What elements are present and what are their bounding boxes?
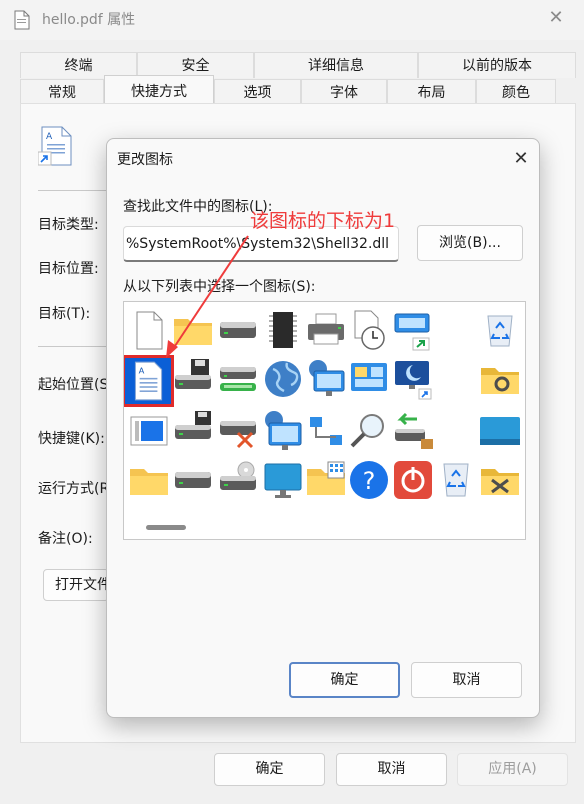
tab-font[interactable]: 字体 bbox=[301, 79, 387, 105]
comment-label: 备注(O): bbox=[38, 531, 93, 547]
monitor-blue-icon[interactable] bbox=[478, 409, 522, 453]
close-icon: ✕ bbox=[548, 7, 564, 28]
chip-icon[interactable] bbox=[261, 308, 305, 352]
folder-settings-icon[interactable] bbox=[478, 357, 522, 401]
dialog-close-button[interactable]: ✕ bbox=[509, 147, 533, 171]
printer-icon[interactable] bbox=[304, 308, 348, 352]
title-bar: hello.pdf 属性 ✕ bbox=[0, 0, 584, 40]
target-label: 目标(T): bbox=[38, 306, 91, 322]
folder-open-icon[interactable] bbox=[127, 458, 171, 502]
network-pc-icon[interactable] bbox=[304, 357, 348, 401]
start-in-label: 起始位置(S bbox=[38, 377, 109, 393]
shortcut-document-icon: A bbox=[38, 126, 72, 166]
dialog-ok-button[interactable]: 确定 bbox=[289, 662, 400, 698]
sleep-monitor-icon[interactable] bbox=[391, 357, 435, 401]
window-title: hello.pdf 属性 bbox=[42, 12, 136, 28]
svg-text:A: A bbox=[46, 132, 53, 142]
document-window-icon[interactable] bbox=[127, 409, 171, 453]
svg-text:?: ? bbox=[363, 467, 376, 495]
window-close-button[interactable]: ✕ bbox=[544, 6, 568, 30]
ok-button[interactable]: 确定 bbox=[214, 753, 325, 786]
tab-general[interactable]: 常规 bbox=[20, 79, 104, 105]
globe-icon[interactable] bbox=[261, 357, 305, 401]
help-icon[interactable]: ? bbox=[347, 458, 391, 502]
dialog-title: 更改图标 bbox=[117, 152, 173, 168]
drive-export-icon[interactable] bbox=[391, 409, 435, 453]
dialog-cancel-button[interactable]: 取消 bbox=[411, 662, 522, 698]
drive-green-icon[interactable] bbox=[216, 357, 260, 401]
blank-file-icon[interactable] bbox=[127, 308, 171, 352]
folder-grid-icon[interactable] bbox=[304, 458, 348, 502]
monitor-shortcut-icon[interactable] bbox=[391, 308, 435, 352]
annotation-text: 该图标的下标为1 bbox=[250, 210, 396, 232]
drive-with-floppy-icon[interactable] bbox=[171, 357, 215, 401]
close-icon: ✕ bbox=[513, 148, 529, 169]
tab-colors[interactable]: 颜色 bbox=[476, 79, 556, 105]
icon-list[interactable]: A ? bbox=[123, 301, 526, 540]
shortcut-document-icon[interactable]: A bbox=[124, 355, 174, 407]
drive-x-icon[interactable] bbox=[216, 409, 260, 453]
separator bbox=[38, 190, 108, 191]
target-location-label: 目标位置: bbox=[38, 261, 99, 277]
tab-options[interactable]: 选项 bbox=[214, 79, 301, 105]
tab-previous-versions[interactable]: 以前的版本 bbox=[418, 52, 576, 78]
tab-row-bottom: 常规 快捷方式 选项 字体 布局 颜色 bbox=[20, 75, 556, 105]
magnifier-icon[interactable] bbox=[347, 409, 391, 453]
monitor-icon[interactable] bbox=[261, 458, 305, 502]
cancel-button[interactable]: 取消 bbox=[336, 753, 447, 786]
tab-details[interactable]: 详细信息 bbox=[254, 52, 418, 78]
hard-drive-icon[interactable] bbox=[171, 458, 215, 502]
recycle-bin-empty-icon[interactable] bbox=[434, 458, 478, 502]
tab-shortcut[interactable]: 快捷方式 bbox=[104, 75, 214, 105]
horizontal-scrollbar[interactable] bbox=[146, 525, 186, 530]
svg-text:A: A bbox=[139, 366, 145, 376]
drive-disc-icon[interactable] bbox=[216, 458, 260, 502]
pdf-file-icon bbox=[14, 10, 30, 30]
tab-layout[interactable]: 布局 bbox=[387, 79, 476, 105]
apply-button[interactable]: 应用(A) bbox=[457, 753, 568, 786]
folder-tools-icon[interactable] bbox=[478, 458, 522, 502]
clock-document-icon[interactable] bbox=[347, 308, 391, 352]
browse-button[interactable]: 浏览(B)... bbox=[417, 225, 523, 261]
icon-list-label: 从以下列表中选择一个图标(S): bbox=[123, 279, 316, 295]
floppy-drive-icon[interactable] bbox=[171, 409, 215, 453]
separator bbox=[38, 346, 108, 347]
recycle-bin-icon[interactable] bbox=[478, 308, 522, 352]
network-drive-icon[interactable] bbox=[304, 409, 348, 453]
folder-closed-icon[interactable] bbox=[171, 308, 215, 352]
run-label: 运行方式(R bbox=[38, 481, 110, 497]
target-type-label: 目标类型: bbox=[38, 217, 99, 233]
hard-drive-icon[interactable] bbox=[216, 308, 260, 352]
control-panel-icon[interactable] bbox=[347, 357, 391, 401]
globe-monitor-icon[interactable] bbox=[261, 409, 305, 453]
open-file-location-button[interactable]: 打开文件位置(F) bbox=[43, 569, 109, 601]
power-icon[interactable] bbox=[391, 458, 435, 502]
shortcut-key-label: 快捷键(K): bbox=[38, 431, 105, 447]
